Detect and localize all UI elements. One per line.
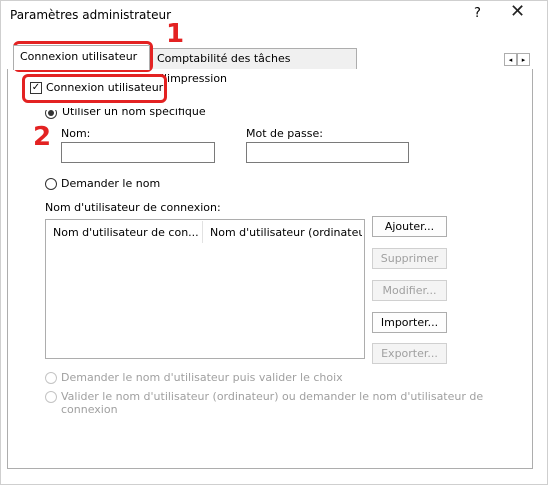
tab-user-login[interactable]: Connexion utilisateur	[13, 45, 150, 70]
name-input[interactable]	[61, 142, 215, 163]
callout-number-1: 1	[166, 19, 185, 49]
add-button[interactable]: Ajouter...	[372, 216, 447, 237]
export-button[interactable]: Exporter...	[372, 343, 447, 364]
prompt-validate-radio[interactable]	[45, 372, 57, 384]
column-header-computer-name[interactable]: Nom d'utilisateur (ordinateu	[210, 226, 362, 239]
validate-or-prompt-label: Valider le nom d'utilisateur (ordinateur…	[61, 390, 484, 403]
column-separator[interactable]	[202, 221, 203, 243]
login-user-list[interactable]	[45, 219, 365, 359]
help-button[interactable]: ?	[474, 6, 481, 21]
tab-job-accounting[interactable]: Comptabilité des tâches d'impression	[150, 48, 357, 85]
validate-or-prompt-radio[interactable]	[45, 391, 57, 403]
dialog-title: Paramètres administrateur	[10, 8, 172, 22]
close-button[interactable]: ✕	[510, 3, 525, 21]
import-button[interactable]: Importer...	[372, 312, 447, 333]
password-input[interactable]	[246, 142, 409, 163]
prompt-name-label: Demander le nom	[61, 177, 161, 190]
edit-button[interactable]: Modifier...	[372, 280, 447, 301]
password-label: Mot de passe:	[246, 127, 323, 140]
validate-or-prompt-label-line2: connexion	[61, 403, 118, 416]
delete-button[interactable]: Supprimer	[372, 248, 447, 269]
name-label: Nom:	[61, 127, 91, 140]
tab-scroll-right-button[interactable]: ▸	[517, 53, 530, 66]
tab-scroll-left-button[interactable]: ◂	[504, 53, 517, 66]
user-login-checkbox-overlay[interactable]: ✓	[30, 82, 42, 94]
prompt-validate-label: Demander le nom d'utilisateur puis valid…	[61, 371, 343, 384]
prompt-name-radio[interactable]	[45, 178, 57, 190]
column-header-login-name[interactable]: Nom d'utilisateur de con...	[53, 226, 199, 239]
login-list-title: Nom d'utilisateur de connexion:	[45, 201, 221, 214]
callout-number-2: 2	[33, 122, 52, 152]
user-login-label-overlay: Connexion utilisateur	[46, 81, 164, 94]
